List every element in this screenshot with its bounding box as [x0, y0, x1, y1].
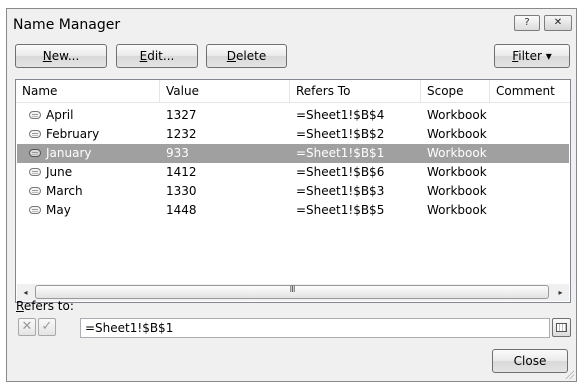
names-list[interactable]: Name Value Refers To Scope Comment April… — [15, 79, 571, 303]
defined-name-icon — [29, 130, 41, 138]
cell-refers-to: =Sheet1!$B$6 — [296, 165, 385, 179]
table-row[interactable]: January 933 =Sheet1!$B$1 Workbook — [17, 144, 569, 163]
refers-to-label: Refers to: — [16, 299, 74, 313]
cell-scope: Workbook — [427, 184, 487, 198]
column-header-refers-to[interactable]: Refers To — [290, 80, 421, 102]
column-header-name[interactable]: Name — [16, 80, 160, 102]
chevron-down-icon: ▾ — [545, 49, 552, 63]
defined-name-icon — [29, 168, 41, 176]
help-icon: ? — [524, 17, 530, 28]
table-row[interactable]: June 1412 =Sheet1!$B$6 Workbook — [17, 163, 569, 182]
close-window-button[interactable]: ✕ — [544, 15, 572, 31]
cell-value: 933 — [166, 146, 189, 160]
range-select-icon — [556, 323, 567, 332]
table-row[interactable]: April 1327 =Sheet1!$B$4 Workbook — [17, 106, 569, 125]
horizontal-scrollbar[interactable]: ◂ III ▸ — [17, 284, 569, 301]
cell-name: June — [46, 165, 73, 179]
cell-scope: Workbook — [427, 146, 487, 160]
table-row[interactable]: February 1232 =Sheet1!$B$2 Workbook — [17, 125, 569, 144]
defined-name-icon — [29, 206, 41, 214]
cell-scope: Workbook — [427, 127, 487, 141]
column-header-scope[interactable]: Scope — [421, 80, 490, 102]
close-button[interactable]: Close — [492, 349, 568, 373]
cell-value: 1327 — [166, 108, 197, 122]
name-manager-dialog: Name Manager ? ✕ New... Edit... Delete F… — [6, 8, 577, 382]
cell-scope: Workbook — [427, 165, 487, 179]
scrollbar-thumb[interactable]: III — [35, 285, 549, 299]
column-header-value[interactable]: Value — [160, 80, 290, 102]
grip-icon: III — [289, 285, 296, 295]
cell-refers-to: =Sheet1!$B$3 — [296, 184, 385, 198]
collapse-dialog-button[interactable] — [552, 318, 571, 337]
cell-scope: Workbook — [427, 203, 487, 217]
cell-value: 1330 — [166, 184, 197, 198]
dialog-title: Name Manager — [13, 17, 121, 33]
title-bar: Name Manager ? ✕ — [7, 9, 576, 45]
new-button[interactable]: New... — [15, 44, 107, 68]
delete-button[interactable]: Delete — [206, 44, 287, 68]
cell-scope: Workbook — [427, 108, 487, 122]
check-icon: ✓ — [41, 319, 53, 334]
cell-refers-to: =Sheet1!$B$5 — [296, 203, 385, 217]
cell-name: March — [46, 184, 83, 198]
defined-name-icon — [29, 149, 41, 157]
refers-to-input[interactable] — [80, 318, 550, 338]
table-row[interactable]: March 1330 =Sheet1!$B$3 Workbook — [17, 182, 569, 201]
defined-name-icon — [29, 111, 41, 119]
table-row[interactable]: May 1448 =Sheet1!$B$5 Workbook — [17, 201, 569, 220]
scroll-right-icon[interactable]: ▸ — [552, 284, 569, 301]
cell-refers-to: =Sheet1!$B$2 — [296, 127, 385, 141]
cell-value: 1232 — [166, 127, 197, 141]
cell-refers-to: =Sheet1!$B$1 — [296, 146, 385, 160]
commit-edit-button[interactable]: ✓ — [38, 318, 56, 336]
cell-value: 1412 — [166, 165, 197, 179]
list-header: Name Value Refers To Scope Comment — [16, 80, 570, 103]
column-header-comment[interactable]: Comment — [490, 80, 570, 102]
cell-name: April — [46, 108, 74, 122]
resize-grip-icon[interactable] — [564, 369, 574, 379]
help-button[interactable]: ? — [514, 15, 540, 31]
close-icon: ✕ — [553, 17, 563, 28]
cancel-icon: ✕ — [21, 319, 33, 334]
cancel-edit-button[interactable]: ✕ — [18, 318, 36, 336]
defined-name-icon — [29, 187, 41, 195]
cell-name: February — [46, 127, 100, 141]
cell-name: January — [46, 146, 92, 160]
edit-button[interactable]: Edit... — [116, 44, 198, 68]
filter-button[interactable]: Filter ▾ — [494, 44, 570, 68]
cell-refers-to: =Sheet1!$B$4 — [296, 108, 385, 122]
cell-value: 1448 — [166, 203, 197, 217]
cell-name: May — [46, 203, 71, 217]
